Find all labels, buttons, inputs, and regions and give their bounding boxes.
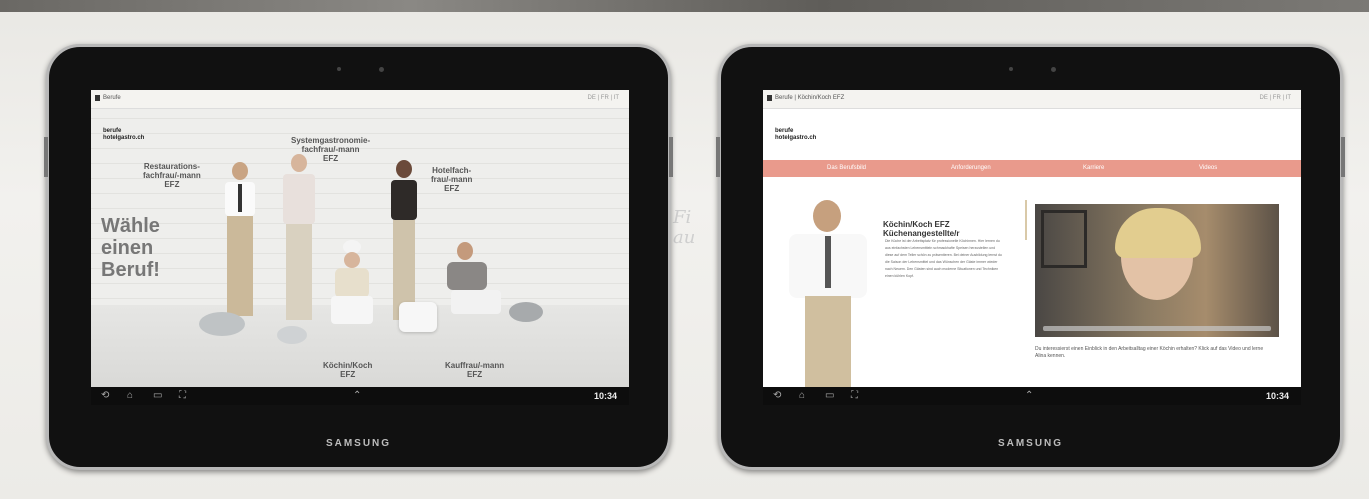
label-kauf[interactable]: Kauffrau/-mann EFZ xyxy=(445,361,504,379)
tab-favicon-icon xyxy=(767,95,772,101)
logo-line1: berufe xyxy=(775,128,794,134)
heading-line2: Küchenangestellte/r xyxy=(883,229,960,238)
recent-apps-icon[interactable]: ▭ xyxy=(825,390,834,401)
logo-line1: berufe xyxy=(103,128,122,134)
pan-prop xyxy=(509,302,543,322)
head xyxy=(813,200,841,232)
cook-portrait xyxy=(783,200,873,405)
vest xyxy=(391,180,417,220)
person-kauf[interactable] xyxy=(437,242,507,332)
android-system-bar: ⟲ ⌂ ▭ ⛶ ⌃ 10:34 xyxy=(763,387,1301,405)
head xyxy=(344,252,360,268)
top-decorative-band xyxy=(0,0,1369,12)
label-hotel[interactable]: Hotelfach- frau/-mann EFZ xyxy=(431,166,472,193)
site-logo[interactable]: berufe hotelgastro.ch xyxy=(775,128,816,142)
headline-line1: Wähle xyxy=(101,215,160,237)
up-chevron-icon[interactable]: ⌃ xyxy=(1025,390,1033,401)
side-button-left xyxy=(44,137,48,177)
logo-line2: hotelgastro.ch xyxy=(775,135,817,141)
language-switch[interactable]: DE | FR | IT xyxy=(588,95,619,101)
shirt xyxy=(447,262,487,290)
tablet-right: Berufe | Köchin/Koch EFZ DE | FR | IT be… xyxy=(716,44,1345,470)
window-frame xyxy=(1041,210,1087,268)
camera-dot xyxy=(337,67,341,71)
tablet-brand: SAMSUNG xyxy=(325,438,392,449)
screen-right: Berufe | Köchin/Koch EFZ DE | FR | IT be… xyxy=(763,90,1301,405)
jacket xyxy=(335,268,369,298)
site-logo[interactable]: berufe hotelgastro.ch xyxy=(103,128,144,142)
divider xyxy=(1025,200,1027,240)
status-time: 10:34 xyxy=(1265,391,1289,401)
tie xyxy=(238,184,242,212)
shirt xyxy=(283,174,315,224)
side-button-left xyxy=(716,137,720,177)
tray-prop xyxy=(277,326,307,344)
tie xyxy=(825,236,831,288)
side-button-right xyxy=(669,137,673,177)
head xyxy=(291,154,307,172)
logo-line2: hotelgastro.ch xyxy=(103,135,145,141)
trousers xyxy=(451,290,501,314)
label-koch[interactable]: Köchin/Koch EFZ xyxy=(323,361,372,379)
head xyxy=(457,242,473,260)
tablet-brand: SAMSUNG xyxy=(997,438,1064,449)
home-icon[interactable]: ⌂ xyxy=(127,390,133,401)
tab-title[interactable]: Berufe xyxy=(103,95,121,101)
video-player[interactable] xyxy=(1035,204,1279,337)
video-hair xyxy=(1115,208,1201,258)
home-icon[interactable]: ⌂ xyxy=(799,390,805,401)
recent-apps-icon[interactable]: ▭ xyxy=(153,390,162,401)
nav-anforderungen[interactable]: Anforderungen xyxy=(951,165,991,171)
browser-tab-bar: Berufe DE | FR | IT xyxy=(91,90,629,109)
heading-line1: Köchin/Koch EFZ xyxy=(883,220,950,229)
tablet-left: Berufe DE | FR | IT berufe hotelgastro.c… xyxy=(44,44,673,470)
profession-description: Die Küche ist der Arbeitsplatz für profe… xyxy=(885,239,1002,278)
nav-videos[interactable]: Videos xyxy=(1199,165,1217,171)
back-icon[interactable]: ⟲ xyxy=(773,390,781,401)
profession-heading: Köchin/Koch EFZ Küchenangestellte/r xyxy=(883,220,959,238)
headline: Wähle einen Beruf! xyxy=(101,215,160,281)
section-nav: Das Berufsbild Anforderungen Karriere Vi… xyxy=(763,160,1301,177)
screenshot-icon[interactable]: ⛶ xyxy=(179,390,186,401)
tab-title[interactable]: Berufe | Köchin/Koch EFZ xyxy=(775,95,844,101)
tab-favicon-icon xyxy=(95,95,100,101)
camera-lens xyxy=(1051,67,1056,72)
nav-berufsbild[interactable]: Das Berufsbild xyxy=(827,165,866,171)
status-time: 10:34 xyxy=(593,391,617,401)
person-system[interactable] xyxy=(279,154,319,324)
person-restaurant[interactable] xyxy=(221,162,259,322)
side-button-right xyxy=(1341,137,1345,177)
trousers xyxy=(286,224,312,320)
silver-dome-prop xyxy=(199,312,245,336)
camera-lens xyxy=(379,67,384,72)
screenshot-icon[interactable]: ⛶ xyxy=(851,390,858,401)
trousers xyxy=(331,296,373,324)
person-koch[interactable] xyxy=(327,240,377,330)
android-system-bar: ⟲ ⌂ ▭ ⛶ ⌃ 10:34 xyxy=(91,387,629,405)
apron xyxy=(227,216,253,316)
camera-dot xyxy=(1009,67,1013,71)
screen-left: Berufe DE | FR | IT berufe hotelgastro.c… xyxy=(91,90,629,405)
up-chevron-icon[interactable]: ⌃ xyxy=(353,390,361,401)
video-caption: Du interessierst einen Einblick in den A… xyxy=(1035,346,1264,359)
person-hotel[interactable] xyxy=(387,160,421,325)
background-handwriting: Fi au xyxy=(673,207,696,248)
head xyxy=(232,162,248,180)
headline-line2: einen xyxy=(101,237,154,259)
headline-line3: Beruf! xyxy=(101,259,160,281)
back-icon[interactable]: ⟲ xyxy=(101,390,109,401)
head xyxy=(396,160,412,178)
label-restaurant[interactable]: Restaurations- fachfrau/-mann EFZ xyxy=(143,162,201,189)
language-switch[interactable]: DE | FR | IT xyxy=(1260,95,1291,101)
pillow-prop xyxy=(399,302,437,332)
video-progress-bar[interactable] xyxy=(1043,326,1271,331)
nav-karriere[interactable]: Karriere xyxy=(1083,165,1104,171)
browser-tab-bar: Berufe | Köchin/Koch EFZ DE | FR | IT xyxy=(763,90,1301,109)
